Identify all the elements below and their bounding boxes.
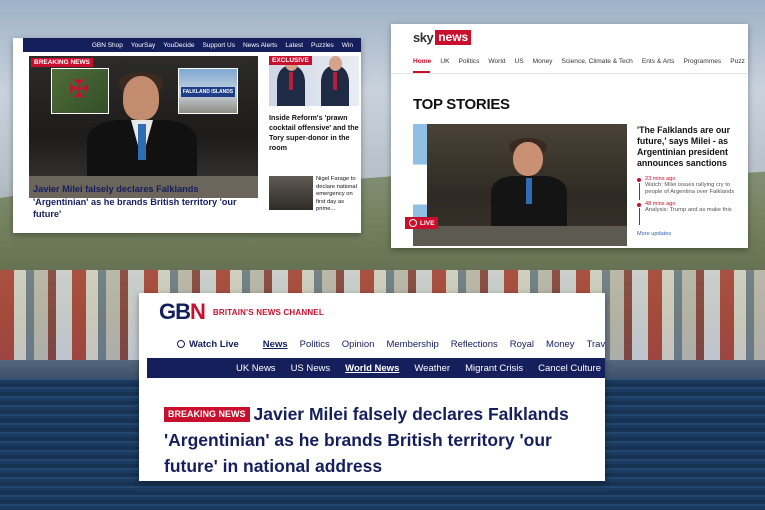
gbn-wordmark-gb: GB: [159, 299, 191, 324]
gbn-logo[interactable]: GBN BRITAIN'S NEWS CHANNEL: [159, 299, 324, 325]
nav-win[interactable]: Win: [342, 42, 353, 49]
nav-reflections[interactable]: Reflections: [451, 339, 498, 350]
sky-nav: Home UK Politics World US Money Science,…: [413, 58, 748, 65]
sky-news-logo[interactable]: sky news: [413, 30, 472, 45]
gbn-headline-screenshot: GBN BRITAIN'S NEWS CHANNEL Watch Live Ne…: [139, 293, 605, 481]
nav-latest[interactable]: Latest: [285, 42, 303, 49]
update-text: Watch: Milei issues rallying cry to peop…: [645, 182, 735, 195]
speaker-figure: [491, 138, 567, 228]
sky-lead-headline[interactable]: 'The Falklands are our future,' says Mil…: [637, 125, 743, 169]
update-item[interactable]: 23 mins ago Watch: Milei issues rallying…: [637, 176, 743, 200]
sky-nav-home[interactable]: Home: [413, 58, 431, 65]
exclusive-badge: EXCLUSIVE: [269, 56, 312, 65]
active-tab-indicator: [413, 71, 430, 73]
article-headline[interactable]: Javier Milei falsely declares Falklands …: [33, 183, 255, 221]
update-item[interactable]: 48 mins ago Analysis: Trump and as make …: [637, 201, 743, 225]
sky-nav-politics[interactable]: Politics: [459, 58, 480, 65]
nav-news[interactable]: News: [263, 339, 288, 350]
top-stories-heading: TOP STORIES: [413, 96, 510, 113]
update-text: Analysis: Trump and as make this: [645, 207, 732, 213]
nav-puzzles[interactable]: Puzzles: [311, 42, 334, 49]
nav-gbn-shop[interactable]: GBN Shop: [92, 42, 123, 49]
breaking-headline[interactable]: BREAKING NEWS Javier Milei falsely declar…: [164, 401, 594, 479]
live-label: LIVE: [420, 219, 435, 227]
breaking-news-badge: BREAKING NEWS: [31, 58, 93, 67]
subnav-us-news[interactable]: US News: [291, 363, 331, 374]
sky-nav-programmes[interactable]: Programmes: [683, 58, 721, 65]
nav-divider: [391, 73, 748, 74]
sky-nav-uk[interactable]: UK: [440, 58, 449, 65]
watch-live-label: Watch Live: [189, 338, 239, 350]
nav-politics[interactable]: Politics: [300, 339, 330, 350]
subnav-world-news[interactable]: World News: [345, 363, 399, 374]
more-updates-link[interactable]: More updates: [637, 231, 671, 237]
nav-royal[interactable]: Royal: [510, 339, 534, 350]
gbn-article-screenshot: GBN Shop YourSay YouDecide Support Us Ne…: [13, 38, 361, 233]
gbn-sub-nav: UK News US News World News Weather Migra…: [147, 358, 605, 378]
watch-live-button[interactable]: Watch Live: [177, 339, 239, 350]
gbn-main-nav: Watch Live News Politics Opinion Members…: [153, 338, 605, 350]
desk: [413, 226, 627, 246]
logo-news-text: news: [435, 30, 472, 45]
live-dot-icon: [409, 219, 417, 227]
nav-support-us[interactable]: Support Us: [202, 42, 235, 49]
sky-nav-money[interactable]: Money: [533, 58, 553, 65]
nav-money[interactable]: Money: [546, 339, 575, 350]
sky-news-screenshot: sky news Home UK Politics World US Money…: [391, 24, 748, 248]
gbn-top-nav: GBN Shop YourSay YouDecide Support Us Ne…: [23, 38, 361, 52]
live-badge[interactable]: LIVE: [405, 217, 439, 229]
exclusive-story-image[interactable]: EXCLUSIVE: [269, 56, 359, 106]
nav-opinion[interactable]: Opinion: [342, 339, 375, 350]
gbn-wordmark-n: N: [190, 299, 206, 324]
exclusive-story-headline[interactable]: Inside Reform's 'prawn cocktail offensiv…: [269, 113, 361, 153]
gbn-wordmark: GBN: [159, 299, 206, 325]
live-updates-list: 23 mins ago Watch: Milei issues rallying…: [637, 176, 743, 225]
breaking-news-badge: BREAKING NEWS: [164, 407, 250, 422]
sky-lead-image[interactable]: [413, 124, 627, 246]
nav-yoursay[interactable]: YourSay: [131, 42, 155, 49]
logo-sky-text: sky: [413, 30, 434, 45]
subnav-weather[interactable]: Weather: [414, 363, 450, 374]
nav-youdecide[interactable]: YouDecide: [163, 42, 194, 49]
falklands-sign: FALKLAND ISLANDS: [181, 87, 235, 97]
sky-nav-world[interactable]: World: [488, 58, 505, 65]
subnav-cancel-culture[interactable]: Cancel Culture: [538, 363, 601, 374]
farage-story-image[interactable]: [269, 176, 313, 210]
inset-falklands-sign-image: FALKLAND ISLANDS: [178, 68, 238, 114]
sky-nav-ents[interactable]: Ents & Arts: [642, 58, 675, 65]
sky-nav-us[interactable]: US: [515, 58, 524, 65]
gbn-tagline: BRITAIN'S NEWS CHANNEL: [212, 307, 324, 317]
sky-nav-science[interactable]: Science, Climate & Tech: [561, 58, 632, 65]
nav-news-alerts[interactable]: News Alerts: [243, 42, 277, 49]
sky-nav-puzzles[interactable]: Puzz: [730, 58, 745, 65]
inset-flag-image: ✠: [51, 68, 109, 114]
subnav-uk-news[interactable]: UK News: [236, 363, 276, 374]
live-dot-icon: [177, 340, 185, 348]
nav-travel[interactable]: Travel: [587, 339, 605, 350]
flag-icon: ✠: [68, 76, 90, 103]
farage-story-headline[interactable]: Nigel Farage to declare national emergen…: [316, 176, 360, 214]
nav-membership[interactable]: Membership: [386, 339, 438, 350]
subnav-migrant-crisis[interactable]: Migrant Crisis: [465, 363, 523, 374]
